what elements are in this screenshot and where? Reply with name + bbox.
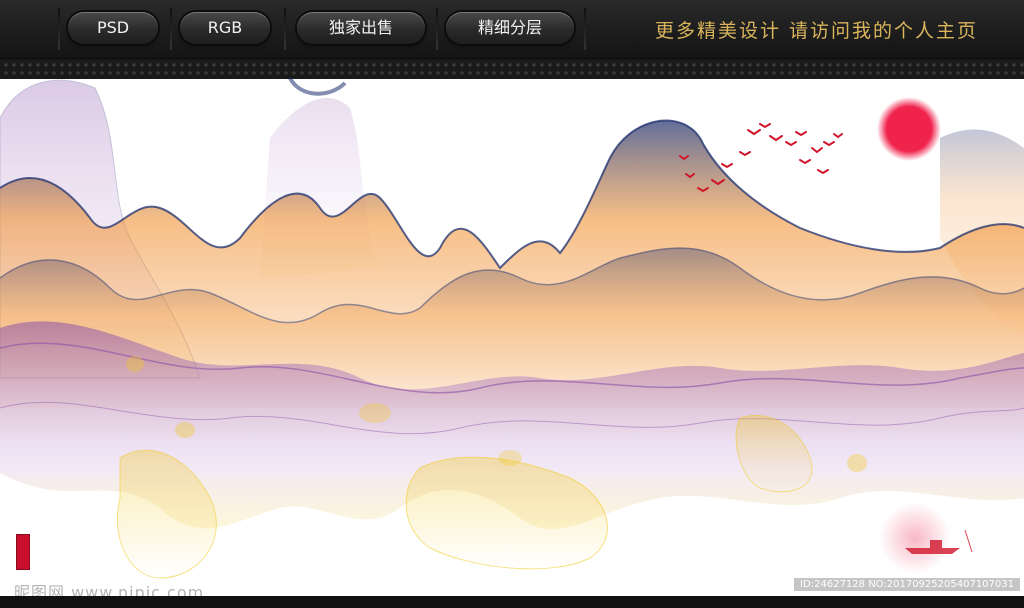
top-toolbar: PSD RGB 独家出售 精细分层 更多精美设计 请访问我的个人主页 <box>0 0 1024 58</box>
toolbar-divider <box>284 8 286 50</box>
perforated-strip <box>0 58 1024 79</box>
toolbar-divider <box>436 8 438 50</box>
toolbar-divider <box>170 8 172 50</box>
red-seal-stamp <box>16 534 30 570</box>
navy-curl <box>288 78 347 96</box>
tagline-text: 更多精美设计 请访问我的个人主页 <box>654 20 978 42</box>
bottom-bar <box>0 596 1024 608</box>
rgb-button[interactable]: RGB <box>180 12 270 44</box>
psd-button[interactable]: PSD <box>68 12 158 44</box>
toolbar-divider <box>58 8 60 50</box>
red-sun <box>877 97 941 161</box>
ink-smoke-mountain-artwork <box>0 78 1024 579</box>
exclusive-sale-button[interactable]: 独家出售 <box>297 12 425 44</box>
pink-glow <box>879 502 951 574</box>
toolbar-divider <box>584 8 586 50</box>
fine-layers-button[interactable]: 精细分层 <box>446 12 574 44</box>
image-id-watermark: ID:24627128 NO:20170925205407107031 <box>794 578 1020 591</box>
